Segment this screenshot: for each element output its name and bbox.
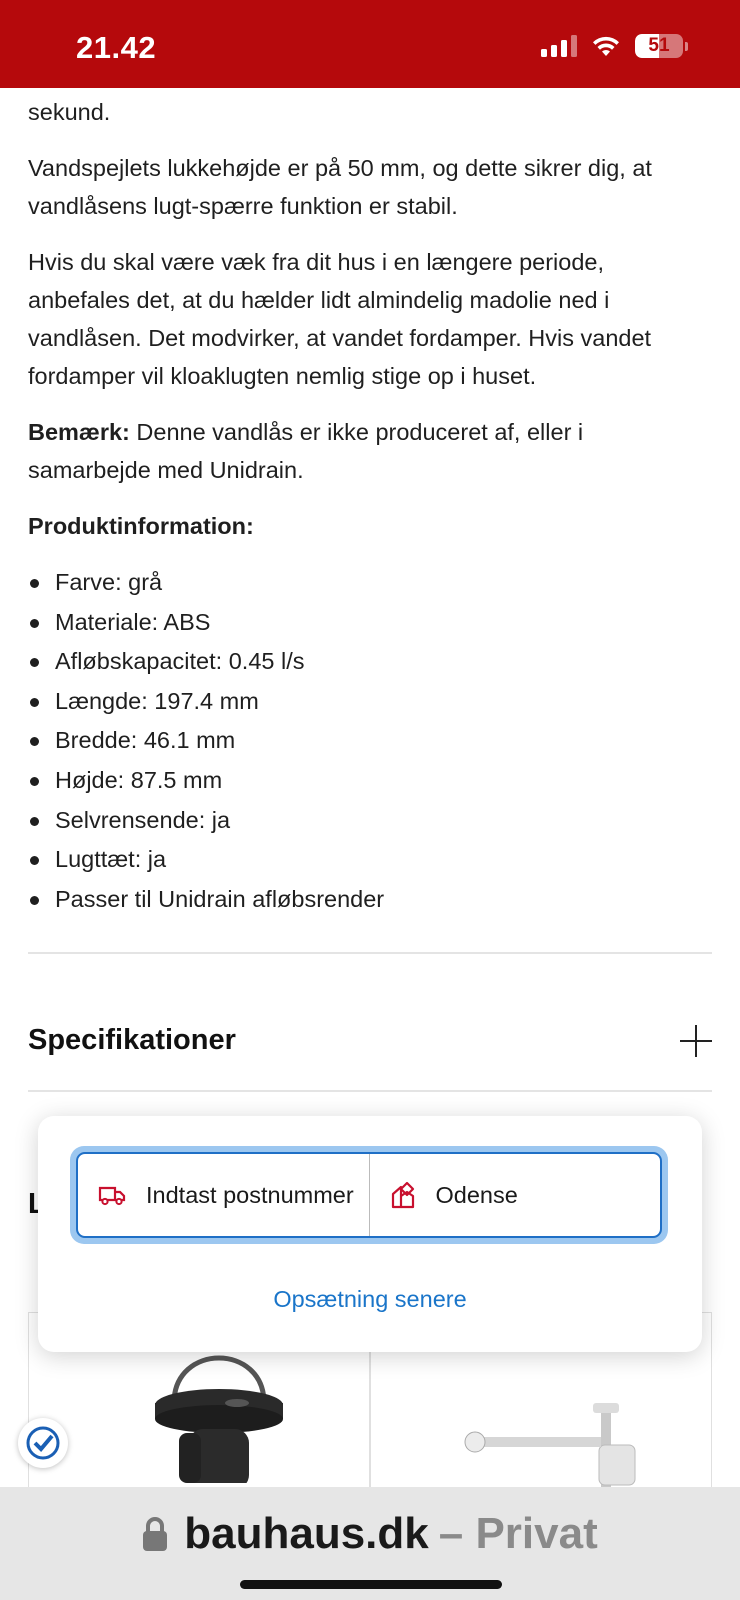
battery-icon: 51 — [635, 34, 688, 58]
trust-badge[interactable] — [18, 1418, 68, 1468]
list-item: Materiale: ABS — [28, 603, 712, 643]
wifi-icon — [593, 36, 619, 56]
list-item: Bredde: 46.1 mm — [28, 721, 712, 761]
product-info-heading: Produktinformation: — [28, 513, 254, 539]
product-info-list: Farve: grå Materiale: ABS Afløbskapacite… — [28, 563, 712, 919]
battery-level: 51 — [648, 35, 670, 56]
location-selector: Indtast postnummer Odense — [70, 1146, 668, 1244]
truck-icon — [98, 1186, 126, 1206]
list-item: Længde: 197.4 mm — [28, 682, 712, 722]
paragraph-note: Bemærk: Denne vandlås er ikke produceret… — [28, 413, 712, 489]
paragraph-away-advice: Hvis du skal være væk fra dit hus i en l… — [28, 249, 652, 389]
url-domain: bauhaus.dk — [184, 1509, 429, 1558]
location-popup: Indtast postnummer Odense Opsætning sene… — [38, 1116, 702, 1352]
product-description: sekund. Vandspejlets lukkehøjde er på 50… — [28, 88, 712, 919]
store-icon — [391, 1181, 414, 1209]
list-item: Afløbskapacitet: 0.45 l/s — [28, 642, 712, 682]
status-time: 21.42 — [76, 30, 157, 65]
postcode-label: Indtast postnummer — [146, 1181, 354, 1208]
specifications-accordion[interactable]: Specifikationer — [28, 1024, 712, 1057]
status-icons: 51 — [541, 34, 688, 58]
list-item: Passer til Unidrain afløbsrender — [28, 880, 712, 920]
list-item: Lugttæt: ja — [28, 840, 712, 880]
store-button[interactable]: Odense — [370, 1154, 661, 1236]
store-label: Odense — [435, 1181, 518, 1208]
private-mode-label: – Privat — [438, 1509, 598, 1558]
plus-icon[interactable] — [680, 1024, 712, 1057]
paragraph-water-seal: Vandspejlets lukkehøjde er på 50 mm, og … — [28, 155, 652, 219]
list-item: Højde: 87.5 mm — [28, 761, 712, 801]
cellular-signal-icon — [541, 35, 577, 57]
section-divider — [28, 1090, 712, 1092]
list-item: Selvrensende: ja — [28, 801, 712, 841]
section-divider — [28, 952, 712, 954]
paragraph-cut-end: sekund. — [28, 99, 111, 125]
product-image — [464, 1403, 636, 1493]
postcode-button[interactable]: Indtast postnummer — [78, 1154, 370, 1236]
setup-later-link[interactable]: Opsætning senere — [38, 1286, 702, 1313]
product-image — [155, 1355, 283, 1483]
specifications-title: Specifikationer — [28, 1024, 236, 1056]
status-bar: 21.42 51 — [0, 0, 740, 88]
list-item: Farve: grå — [28, 563, 712, 603]
note-label: Bemærk: — [28, 419, 130, 445]
home-indicator[interactable] — [240, 1580, 502, 1589]
lock-icon — [143, 1517, 168, 1551]
verified-check-icon — [26, 1426, 60, 1460]
